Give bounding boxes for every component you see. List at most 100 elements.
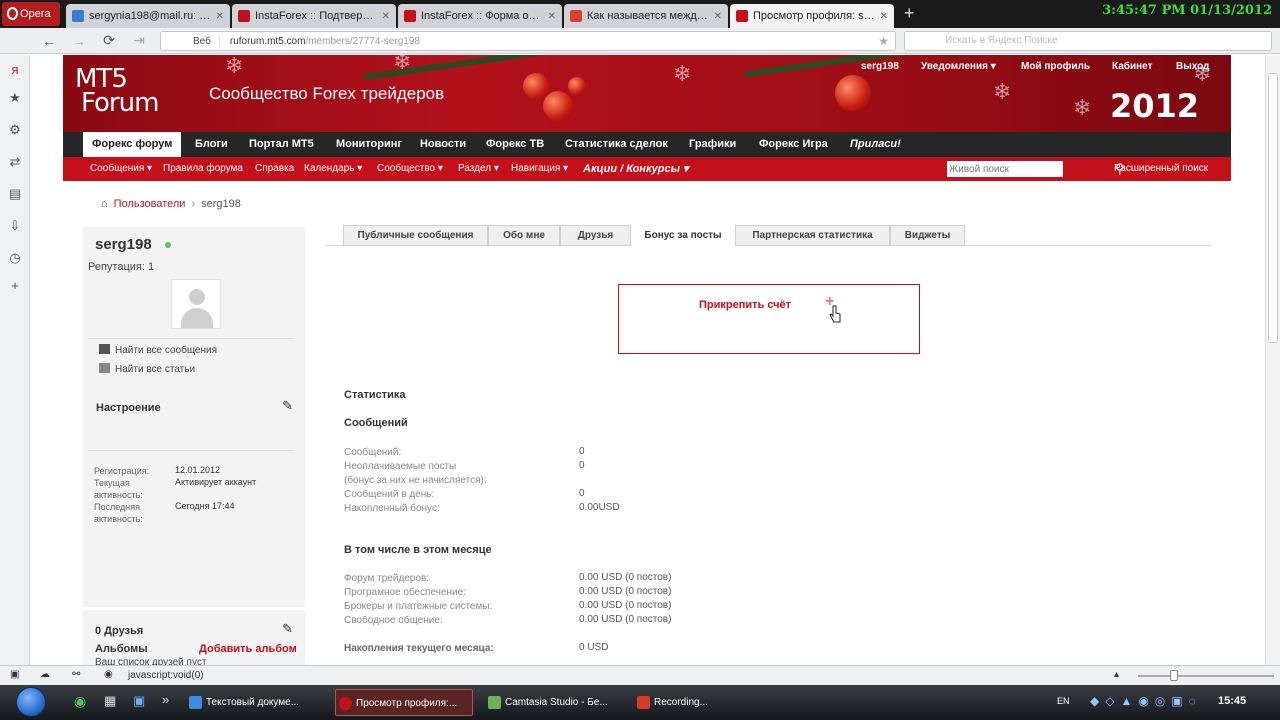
menu-forex-tv[interactable]: Форекс ТВ	[486, 132, 544, 157]
opera-menu-button[interactable]: Opera	[2, 2, 60, 26]
menu-charts[interactable]: Графики	[689, 132, 736, 157]
bookmark-star-icon[interactable]: ★	[878, 34, 889, 48]
address-bar[interactable]: Веб ruforum.mt5.com/members/27774-serg19…	[160, 31, 896, 51]
submenu-messages[interactable]: Сообщения ▾	[90, 157, 152, 181]
browser-tab[interactable]: InstaForex :: Форма отк... ✕	[398, 4, 562, 28]
topnav-logout[interactable]: Выход	[1176, 61, 1209, 72]
tab-widgets[interactable]: Виджеты	[890, 225, 965, 246]
browser-tab-active[interactable]: Просмотр профиля: ser... ✕	[730, 4, 894, 28]
tab-partner-stats[interactable]: Партнерская статистика	[735, 225, 890, 246]
topnav-cabinet[interactable]: Кабинет	[1112, 61, 1152, 72]
breadcrumb-current: serg198	[201, 198, 241, 210]
close-icon[interactable]: ✕	[714, 11, 722, 22]
menu-mt5-portal[interactable]: Портал MT5	[249, 132, 314, 157]
search-field[interactable]: Искать в Яндекс.Поиске	[904, 31, 1272, 51]
cloud-icon[interactable]: ☁	[40, 669, 50, 680]
forward-icon[interactable]: →	[64, 33, 94, 49]
tab-friends[interactable]: Друзья	[560, 225, 631, 246]
browser-tab[interactable]: InstaForex :: Подтверж... ✕	[232, 4, 396, 28]
add-panel-icon[interactable]: +	[6, 277, 24, 295]
month-stat-label: Брокеры и платежные системы:	[344, 601, 493, 612]
taskbar-item[interactable]: Текстовый докуме...	[186, 689, 326, 716]
attach-account-box[interactable]: Прикрепить счёт +	[618, 284, 920, 354]
edit-friends-pencil-icon[interactable]: ✎	[282, 621, 293, 637]
submenu-rules[interactable]: Правила форума	[163, 157, 243, 181]
live-search-input[interactable]	[947, 161, 1063, 177]
tray-icons[interactable]: ◆◇▲◉◎▣◌	[1090, 694, 1202, 708]
more-icon[interactable]: »	[162, 692, 169, 707]
panel-toggle-icon[interactable]: ▣	[10, 669, 19, 680]
settings-icon[interactable]: ⚙	[6, 121, 24, 139]
app-icon[interactable]: ▣	[133, 693, 145, 709]
friends-empty-text: Ваш список друзей пуст	[95, 657, 207, 665]
tab-post-bonus[interactable]: Бонус за посты	[631, 225, 735, 246]
submenu-help[interactable]: Справка	[255, 157, 294, 181]
new-tab-icon[interactable]: +	[904, 3, 915, 24]
mt5-forum-logo[interactable]: MT5 Forum	[75, 66, 159, 116]
scrollbar-thumb[interactable]	[1268, 73, 1278, 343]
menu-invite[interactable]: Приласи!	[850, 132, 901, 157]
downloads-icon[interactable]: ⇩	[6, 217, 24, 235]
close-icon[interactable]: ✕	[880, 11, 888, 22]
history-icon[interactable]: ◷	[6, 249, 24, 267]
back-icon[interactable]: ←	[34, 33, 64, 49]
windows-taskbar: ◉ ▦ ▣ » Текстовый докуме... Просмотр про…	[0, 685, 1280, 720]
close-icon[interactable]: ✕	[382, 11, 390, 22]
find-all-articles-link[interactable]: Найти все статьи	[99, 363, 195, 375]
topnav-my-profile[interactable]: Мой профиль	[1021, 61, 1090, 72]
submenu-navigation[interactable]: Навигация ▾	[511, 157, 568, 181]
close-icon[interactable]: ✕	[216, 11, 224, 22]
quicklaunch-icon[interactable]: ◉	[74, 693, 86, 710]
menu-forex-game[interactable]: Форекс Игра	[759, 132, 828, 157]
menu-forex-forum[interactable]: Форекс форум	[83, 132, 182, 158]
browser-tab[interactable]: sergynia198@mail.ru: Д... ✕	[66, 4, 230, 28]
tab-about-me[interactable]: Обо мне	[488, 225, 560, 246]
month-stat-value: 0.00 USD (0 постов)	[579, 586, 672, 597]
camera-icon[interactable]: ◉	[104, 669, 113, 680]
home-icon[interactable]: ⌂	[101, 198, 108, 210]
zoom-up-icon[interactable]: ▴	[1114, 669, 1119, 680]
topnav-username[interactable]: serg198	[861, 61, 899, 72]
taskbar-clock[interactable]: 15:45	[1218, 695, 1246, 707]
start-button[interactable]	[16, 687, 46, 717]
menu-news[interactable]: Новости	[420, 132, 466, 157]
fast-forward-icon[interactable]: ⇥	[124, 32, 154, 49]
submenu-calendar[interactable]: Календарь ▾	[304, 157, 362, 181]
attach-account-label[interactable]: Прикрепить счёт	[699, 299, 791, 311]
add-album-link[interactable]: Добавить альбом	[199, 643, 297, 655]
edit-mood-pencil-icon[interactable]: ✎	[282, 398, 293, 414]
breadcrumb-users[interactable]: Пользователи	[114, 198, 186, 210]
submenu-community[interactable]: Сообщество ▾	[377, 157, 443, 181]
browser-status-bar: ▣ ☁ ⚯ ◉ javascript:void(0) ▴	[0, 665, 1280, 685]
zoom-slider-handle[interactable]	[1170, 670, 1178, 681]
network-icon[interactable]: ⚯	[72, 669, 80, 680]
share-icon[interactable]: ⇄	[6, 153, 24, 171]
advanced-search-link[interactable]: Расширенный поиск	[1114, 157, 1208, 181]
menu-trade-stats[interactable]: Статистика сделок	[565, 132, 668, 157]
zoom-slider-track[interactable]	[1138, 675, 1274, 677]
topnav-notifications[interactable]: Уведомления ▾	[921, 61, 996, 72]
taskbar-item[interactable]: Recording...	[634, 689, 764, 716]
submenu-section[interactable]: Раздел ▾	[458, 157, 499, 181]
mood-title: Настроение	[96, 402, 161, 414]
menu-monitoring[interactable]: Мониторинг	[336, 132, 402, 157]
vertical-scrollbar[interactable]	[1265, 55, 1280, 665]
reload-icon[interactable]: ⟳	[94, 32, 124, 49]
tab-public-messages[interactable]: Публичные сообщения	[343, 225, 488, 246]
taskbar-item-active[interactable]: Просмотр профиля:...	[335, 689, 473, 716]
info-label-last-activity: Последняя активность:	[94, 502, 143, 524]
language-indicator[interactable]: EN	[1057, 696, 1070, 706]
browser-tab[interactable]: Как называется между... ✕	[564, 4, 728, 28]
month-section-title: В том числе в этом месяце	[344, 544, 492, 556]
bookmarks-icon[interactable]: ★	[6, 89, 24, 107]
notes-icon[interactable]: ▤	[6, 185, 24, 203]
close-icon[interactable]: ✕	[548, 11, 556, 22]
submenu-promos[interactable]: Акции / Конкурсы ▾	[583, 157, 689, 181]
yandex-icon[interactable]: я	[6, 61, 24, 79]
stat-label: Сообщений:	[344, 447, 402, 458]
taskbar-item[interactable]: Camtasia Studio - Бе...	[485, 689, 625, 716]
menu-blogs[interactable]: Блоги	[195, 132, 228, 157]
messages-section-title: Сообщений	[344, 417, 408, 429]
folder-icon[interactable]: ▦	[104, 693, 116, 709]
find-all-posts-link[interactable]: Найти все сообщения	[99, 344, 217, 356]
